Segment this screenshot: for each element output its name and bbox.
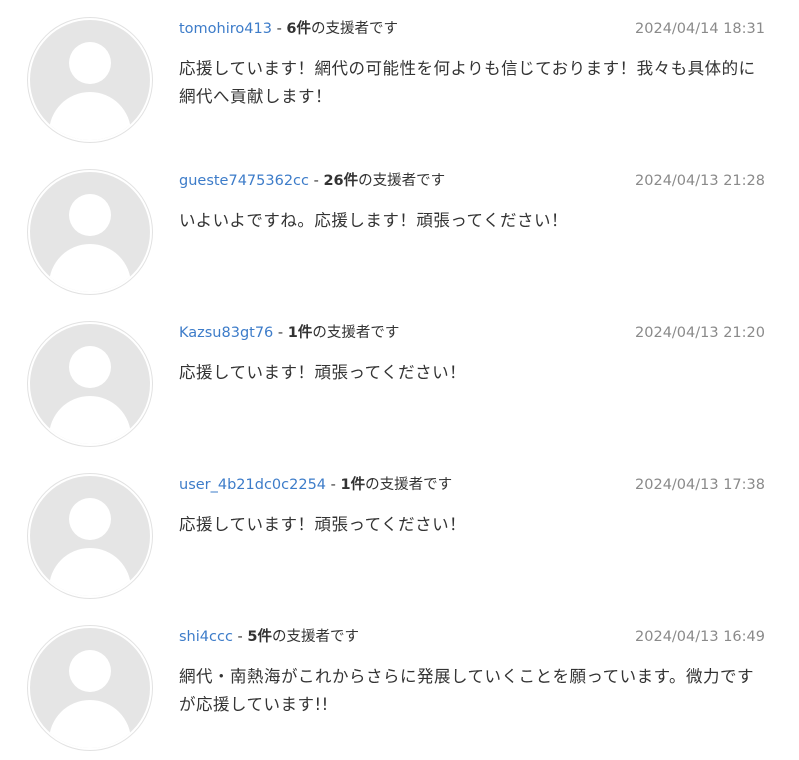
comment-meta: tomohiro413 - 6件の支援者です xyxy=(179,18,398,40)
separator: - xyxy=(271,21,287,37)
default-user-avatar-icon[interactable] xyxy=(27,321,153,447)
comment-meta: shi4ccc - 5件の支援者です xyxy=(179,626,359,648)
supporter-label: の支援者です xyxy=(312,325,400,341)
comment-timestamp: 2024/04/13 16:49 xyxy=(635,629,765,645)
default-user-avatar-icon[interactable] xyxy=(27,17,153,143)
supporter-label: の支援者です xyxy=(311,21,399,37)
comment-item: user_4b21dc0c2254 - 1件の支援者です 2024/04/13 … xyxy=(0,456,799,608)
supporter-label: の支援者です xyxy=(358,173,446,189)
username-link[interactable]: gueste7475362cc xyxy=(179,173,309,189)
comment-item: Kazsu83gt76 - 1件の支援者です 2024/04/13 21:20 … xyxy=(0,304,799,456)
separator: - xyxy=(309,173,324,189)
comment-text: 応援しています！頑張ってください！ xyxy=(179,363,467,382)
separator: - xyxy=(273,325,288,341)
default-user-avatar-icon[interactable] xyxy=(27,169,153,295)
supporter-count: 6件 xyxy=(286,21,312,37)
comment-text: 応援しています！頑張ってください！ xyxy=(179,515,467,534)
comment-timestamp: 2024/04/14 18:31 xyxy=(635,21,765,37)
supporter-count: 1件 xyxy=(287,325,313,341)
username-link[interactable]: Kazsu83gt76 xyxy=(179,325,273,341)
comment-item: gueste7475362cc - 26件の支援者です 2024/04/13 2… xyxy=(0,152,799,304)
comment-timestamp: 2024/04/13 17:38 xyxy=(635,477,765,493)
comment-timestamp: 2024/04/13 21:20 xyxy=(635,325,765,341)
supporter-label: の支援者です xyxy=(365,477,453,493)
separator: - xyxy=(326,477,341,493)
default-user-avatar-icon[interactable] xyxy=(27,625,153,751)
supporter-label: の支援者です xyxy=(271,629,359,645)
supporter-comment-list: tomohiro413 - 6件の支援者です 2024/04/14 18:31 … xyxy=(0,0,799,751)
comment-item: tomohiro413 - 6件の支援者です 2024/04/14 18:31 … xyxy=(0,0,799,152)
separator: - xyxy=(232,629,248,645)
comment-meta: gueste7475362cc - 26件の支援者です xyxy=(179,170,445,192)
username-link[interactable]: tomohiro413 xyxy=(179,21,272,37)
comment-meta: Kazsu83gt76 - 1件の支援者です xyxy=(179,322,399,344)
username-link[interactable]: shi4ccc xyxy=(179,629,233,645)
comment-meta: user_4b21dc0c2254 - 1件の支援者です xyxy=(179,474,452,496)
username-link[interactable]: user_4b21dc0c2254 xyxy=(179,477,326,493)
comment-timestamp: 2024/04/13 21:28 xyxy=(635,173,765,189)
supporter-count: 1件 xyxy=(340,477,366,493)
default-user-avatar-icon[interactable] xyxy=(27,473,153,599)
comment-text: 網代・南熱海がこれからさらに発展していくことを願っています。微力ですが応援してい… xyxy=(179,667,755,714)
comment-text: 応援しています！網代の可能性を何よりも信じております！我々も具体的に網代へ貢献し… xyxy=(179,59,756,106)
supporter-count: 5件 xyxy=(247,629,272,645)
supporter-count: 26件 xyxy=(323,173,359,189)
comment-text: いよいよですね。応援します！頑張ってください！ xyxy=(179,211,569,230)
comment-item: shi4ccc - 5件の支援者です 2024/04/13 16:49 網代・南… xyxy=(0,608,799,760)
